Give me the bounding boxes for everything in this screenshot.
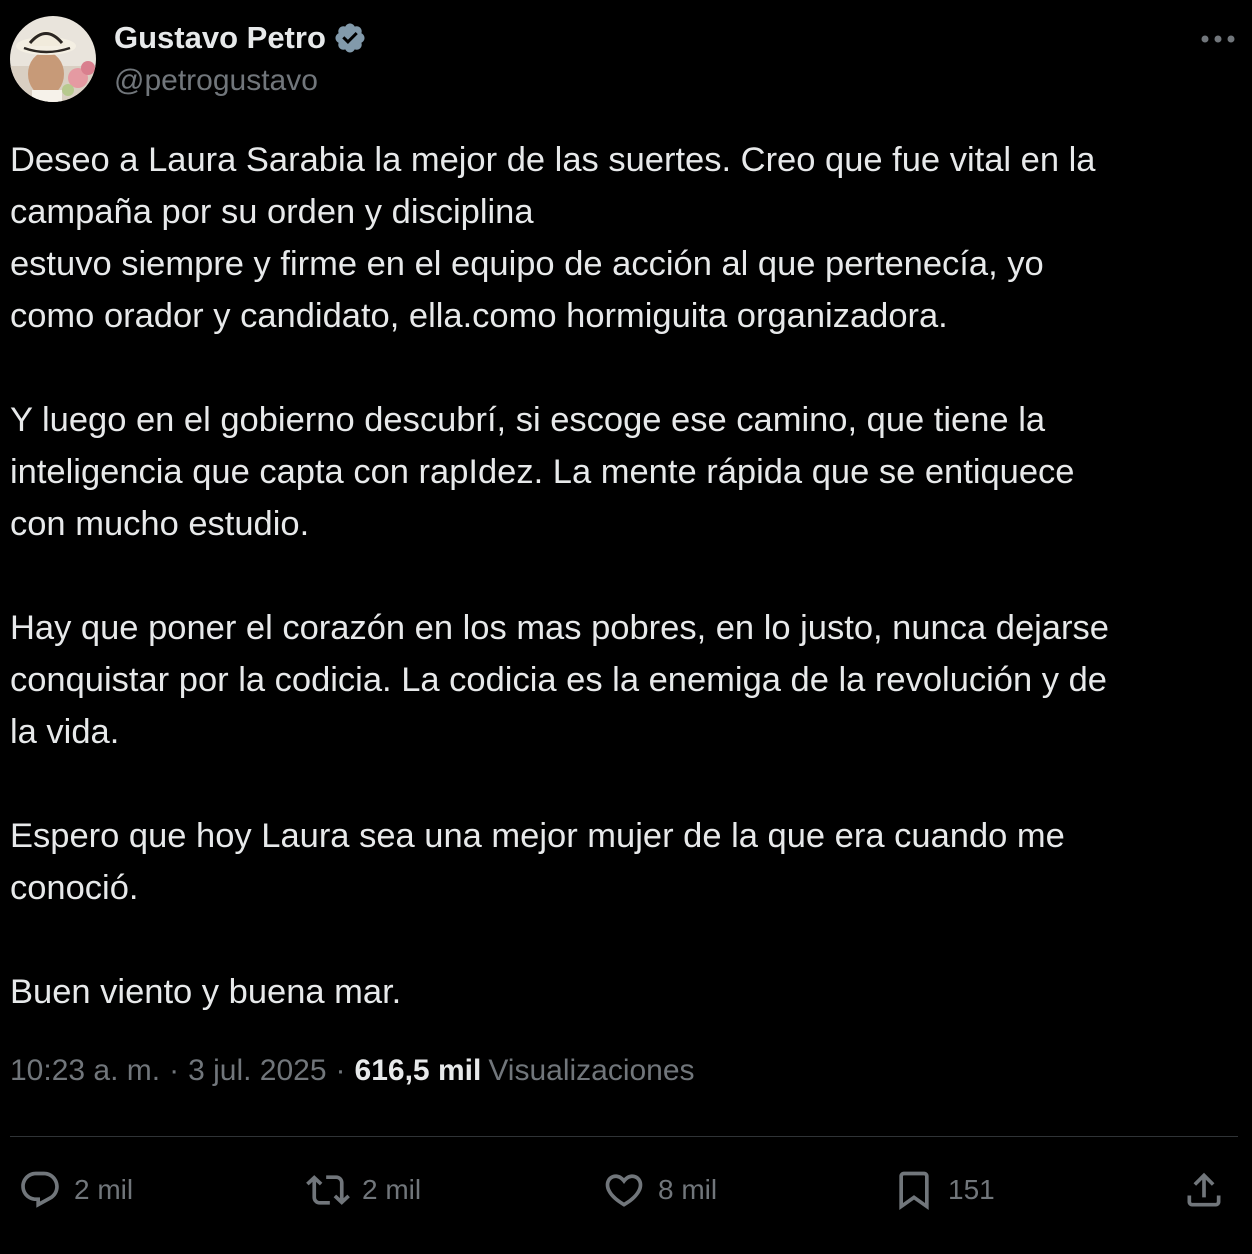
tweet-line: Y luego en el gobierno descubrí, si esco…	[10, 401, 1046, 439]
tweet-line: campaña por su orden y disciplina	[10, 193, 534, 231]
share-button[interactable]	[1182, 1160, 1226, 1220]
reply-count: 2 mil	[74, 1174, 134, 1205]
tweet-date[interactable]: 3 jul. 2025	[188, 1054, 326, 1088]
like-button[interactable]: 8 mil	[602, 1160, 717, 1220]
repost-icon	[306, 1175, 350, 1205]
reply-icon	[21, 1171, 59, 1208]
tweet-line: Buen viento y buena mar.	[10, 973, 402, 1011]
action-bar: 2 mil 2 mil 8 mil 151	[10, 1160, 1238, 1220]
meta-separator: ·	[335, 1054, 346, 1087]
meta-separator: ·	[169, 1054, 180, 1087]
like-count: 8 mil	[658, 1174, 718, 1205]
tweet-line: como orador y candidato, ella.como hormi…	[10, 297, 948, 335]
bookmark-count: 151	[948, 1174, 995, 1205]
share-icon	[1187, 1172, 1221, 1207]
views-label: Visualizaciones	[488, 1054, 695, 1087]
tweet-line: Hay que poner el corazón en los mas pobr…	[10, 609, 1109, 647]
tweet-line: la vida.	[10, 713, 120, 751]
bookmark-button[interactable]: 151	[892, 1160, 995, 1220]
display-name[interactable]: Gustavo Petro	[114, 20, 326, 56]
tweet-line: conoció.	[10, 869, 139, 907]
reply-button[interactable]: 2 mil	[18, 1160, 133, 1220]
repost-button[interactable]: 2 mil	[306, 1160, 421, 1220]
heart-icon	[605, 1174, 643, 1207]
avatar[interactable]	[10, 16, 96, 102]
tweet-line: inteligencia que capta con rapIdez. La m…	[10, 453, 1075, 491]
more-icon	[1201, 35, 1235, 43]
repost-count: 2 mil	[362, 1174, 422, 1205]
views-count: 616,5 mil	[354, 1054, 482, 1087]
tweet-line: conquistar por la codicia. La codicia es…	[10, 661, 1107, 699]
handle[interactable]: @petrogustavo	[114, 64, 318, 98]
verified-badge-icon	[333, 21, 367, 55]
more-options-button[interactable]	[1198, 24, 1238, 54]
tweet-line: Espero que hoy Laura sea una mejor mujer…	[10, 817, 1065, 855]
tweet-line: con mucho estudio.	[10, 505, 310, 543]
tweet-text: Deseo a Laura Sarabia la mejor de las su…	[10, 134, 1235, 1018]
tweet-header: Gustavo Petro @petrogustavo	[10, 16, 1242, 106]
tweet-meta: 10:23 a. m. · 3 jul. 2025 · 616,5 mil Vi…	[10, 1054, 695, 1088]
tweet: Gustavo Petro @petrogustavo Deseo a Laur…	[0, 0, 1252, 1254]
divider	[10, 1136, 1238, 1137]
tweet-time[interactable]: 10:23 a. m.	[10, 1054, 160, 1088]
tweet-line: Deseo a Laura Sarabia la mejor de las su…	[10, 141, 1096, 179]
name-row: Gustavo Petro	[114, 20, 367, 56]
avatar-image	[10, 16, 96, 102]
bookmark-icon	[899, 1171, 929, 1211]
tweet-line: estuvo siempre y firme en el equipo de a…	[10, 245, 1044, 283]
